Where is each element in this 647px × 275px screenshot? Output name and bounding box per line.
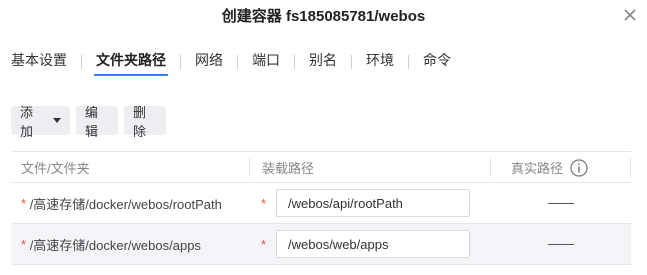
header-real-path-label: 真实路径 bbox=[511, 161, 564, 176]
folder-table: 文件/文件夹 装载路径 真实路径 * /高速存储/docker/webos/ro… bbox=[11, 151, 631, 265]
dialog-title-bar: 创建容器 fs185085781/webos bbox=[0, 0, 647, 32]
real-path-empty bbox=[548, 203, 574, 204]
mount-path-input[interactable]: /webos/web/apps bbox=[276, 230, 470, 258]
edit-button[interactable]: 编辑 bbox=[76, 105, 118, 139]
tab-port[interactable]: 端口 bbox=[252, 50, 280, 74]
close-icon[interactable] bbox=[621, 6, 639, 24]
required-mark: * bbox=[21, 236, 27, 252]
caret-down-icon bbox=[53, 118, 61, 123]
toolbar: 添加 编辑 删除 bbox=[11, 105, 166, 139]
add-dropdown-button[interactable]: 添加 bbox=[11, 105, 70, 139]
column-divider bbox=[490, 158, 491, 177]
table-header: 文件/文件夹 装载路径 真实路径 bbox=[11, 151, 631, 183]
column-divider bbox=[249, 158, 250, 177]
tab-network[interactable]: 网络 bbox=[195, 50, 223, 74]
folder-path: /高速存储/docker/webos/rootPath bbox=[29, 196, 222, 212]
real-path-empty bbox=[548, 244, 574, 245]
header-real-path: 真实路径 bbox=[511, 152, 588, 183]
add-button-label: 添加 bbox=[20, 104, 34, 139]
tab-divider bbox=[81, 55, 82, 69]
tab-command[interactable]: 命令 bbox=[423, 50, 451, 74]
tab-divider bbox=[180, 55, 181, 69]
info-icon[interactable] bbox=[570, 158, 588, 177]
required-mark: * bbox=[261, 236, 267, 252]
mount-path-input[interactable]: /webos/api/rootPath bbox=[276, 189, 470, 217]
folder-cell: * /高速存储/docker/webos/rootPath bbox=[21, 183, 222, 223]
required-mark: * bbox=[21, 195, 27, 211]
header-mount-path: 装载路径 bbox=[262, 161, 315, 176]
folder-path: /高速存储/docker/webos/apps bbox=[29, 237, 201, 253]
tab-divider bbox=[294, 55, 295, 69]
tab-divider bbox=[351, 55, 352, 69]
tab-basic-settings[interactable]: 基本设置 bbox=[11, 50, 67, 74]
dialog-title: 创建容器 fs185085781/webos bbox=[221, 8, 426, 25]
tab-environment[interactable]: 环境 bbox=[366, 50, 394, 74]
table-row[interactable]: * /高速存储/docker/webos/rootPath * /webos/a… bbox=[11, 183, 631, 224]
folder-cell: * /高速存储/docker/webos/apps bbox=[21, 224, 201, 264]
tab-divider bbox=[408, 55, 409, 69]
required-mark: * bbox=[261, 195, 267, 211]
tab-folder-path[interactable]: 文件夹路径 bbox=[94, 50, 168, 76]
tab-alias[interactable]: 别名 bbox=[309, 50, 337, 74]
delete-button[interactable]: 删除 bbox=[124, 105, 166, 139]
tab-bar: 基本设置 文件夹路径 网络 端口 别名 环境 命令 bbox=[11, 50, 451, 76]
column-divider bbox=[630, 158, 631, 177]
header-folder: 文件/文件夹 bbox=[21, 161, 90, 176]
table-row[interactable]: * /高速存储/docker/webos/apps * /webos/web/a… bbox=[11, 224, 631, 265]
tab-divider bbox=[237, 55, 238, 69]
